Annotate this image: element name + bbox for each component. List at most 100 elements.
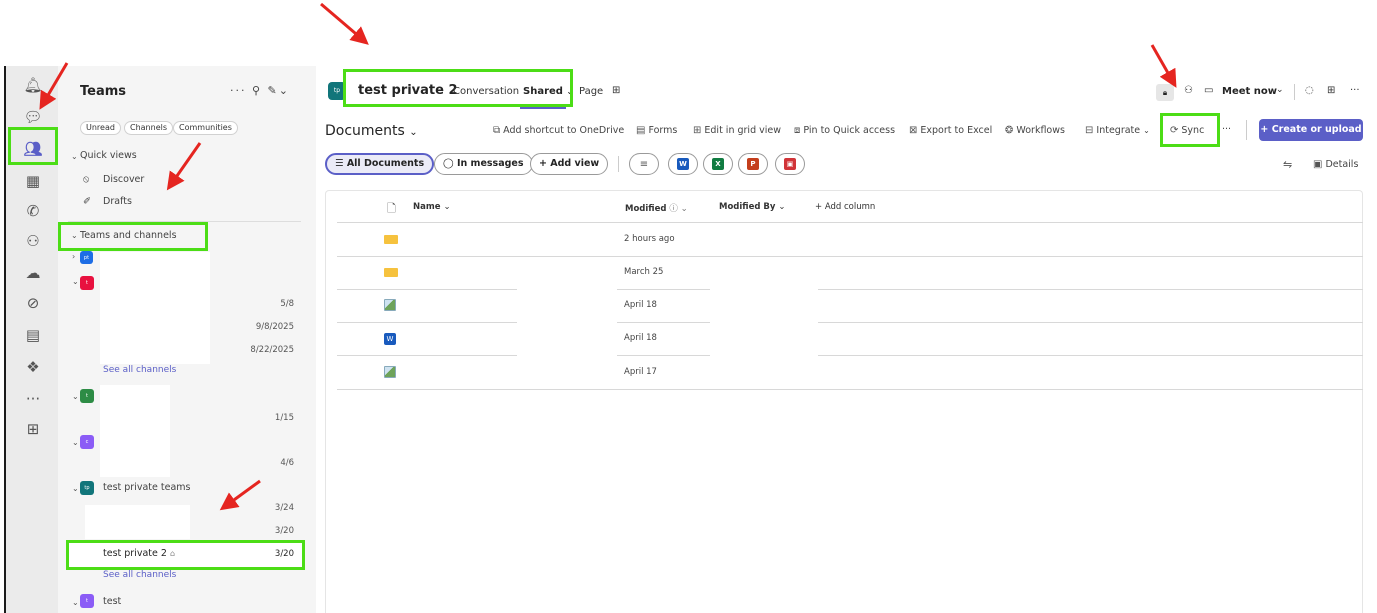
adjust-icon[interactable]: ⇋	[1283, 158, 1292, 171]
modified-cell: April 17	[624, 367, 657, 377]
plus-icon: +	[815, 202, 825, 212]
file-type-icon: 🗋︎	[387, 202, 396, 215]
forms-button[interactable]: ▤ Forms	[636, 125, 677, 136]
modified-cell: 2 hours ago	[624, 234, 675, 244]
forms-icon: ▤	[636, 125, 646, 136]
chevron-down-icon[interactable]: ⌄	[72, 277, 79, 286]
pdf-filter-button[interactable]: ▣	[775, 153, 805, 175]
active-tab-underline	[520, 107, 566, 109]
people-icon[interactable]: ⚇	[6, 228, 60, 254]
add-shortcut-button[interactable]: ⧉ Add shortcut to OneDrive	[493, 125, 624, 136]
chat-icon[interactable]: 💬︎	[6, 104, 60, 130]
add-view-button[interactable]: + Add view	[530, 153, 609, 175]
team-name[interactable]: test	[103, 596, 121, 607]
excel-icon: ⊠	[909, 125, 918, 136]
integrate-button[interactable]: ⊟ Integrate ⌄	[1085, 125, 1150, 136]
arrow	[320, 2, 369, 45]
team-avatar[interactable]: t	[80, 594, 94, 608]
column-modified-by[interactable]: Modified By ⌄	[719, 202, 786, 212]
tab-page[interactable]: Page	[579, 86, 603, 97]
channel-date: 4/6	[280, 458, 294, 468]
sync-icon: ⟳	[1170, 125, 1179, 136]
chevron-down-icon[interactable]: ⌄	[72, 392, 79, 401]
tab-conversation[interactable]: Conversation	[453, 86, 519, 97]
team-avatar[interactable]: c	[80, 435, 94, 449]
team-avatar[interactable]: pt	[80, 251, 93, 264]
export-excel-button[interactable]: ⊠ Export to Excel	[909, 125, 992, 136]
calendar-icon[interactable]: ▦	[6, 168, 60, 194]
view-in-messages[interactable]: ◯ In messages	[434, 153, 533, 175]
view-all-documents[interactable]: ☰ All Documents	[325, 153, 435, 175]
redacted-area	[710, 257, 818, 389]
chevron-down-icon[interactable]: ⌄	[72, 438, 79, 447]
create-or-upload-button[interactable]: + Create or upload	[1259, 119, 1363, 141]
word-filter-button[interactable]: W	[668, 153, 698, 175]
filter-channels[interactable]: Channels	[124, 121, 174, 135]
see-all-channels-link[interactable]: See all channels	[103, 365, 176, 375]
channel-date: 3/20	[274, 549, 294, 559]
documents-library-title[interactable]: Documents ⌄	[325, 123, 418, 139]
phone-icon[interactable]: ✆	[6, 198, 60, 224]
list-icon: ☰	[335, 158, 347, 169]
planner-icon[interactable]: ▤	[6, 322, 60, 348]
workflows-button[interactable]: ❂ Workflows	[1005, 125, 1065, 136]
meet-now-button[interactable]: Meet now	[1222, 86, 1277, 97]
row-divider	[337, 389, 1363, 390]
edit-grid-view-button[interactable]: ⊞ Edit in grid view	[693, 125, 781, 136]
lock-icon: ⌂	[169, 549, 176, 558]
teams-and-channels-header[interactable]: Teams and channels	[80, 230, 177, 241]
redacted-area	[517, 257, 617, 389]
chevron-down-icon[interactable]: ⌄	[1276, 85, 1284, 95]
column-name[interactable]: Name ⌄	[413, 202, 451, 212]
apps-icon[interactable]: ⊞	[1327, 85, 1335, 96]
modified-cell: April 18	[624, 333, 657, 343]
more-icon[interactable]: ···	[1222, 124, 1231, 135]
people-icon[interactable]: ⚇	[1184, 85, 1193, 96]
chevron-right-icon[interactable]: ›	[72, 252, 75, 261]
lock-icon[interactable]: 🔒︎	[1156, 84, 1174, 101]
bell-icon[interactable]: 🔔︎	[6, 72, 60, 98]
filter-button[interactable]: ≡	[629, 153, 659, 175]
add-icon[interactable]: ⊞	[6, 416, 60, 442]
discover-icon: ⦸	[83, 174, 90, 185]
drafts-item[interactable]: Drafts	[103, 196, 132, 207]
quick-views-label[interactable]: Quick views	[80, 150, 137, 161]
cloud-icon[interactable]: ☁︎	[6, 260, 60, 286]
chevron-down-icon[interactable]: ⌄	[71, 152, 78, 161]
team-avatar[interactable]: t	[80, 276, 94, 290]
excel-filter-button[interactable]: X	[703, 153, 733, 175]
discover-item[interactable]: Discover	[103, 174, 144, 185]
details-icon: ▣	[1313, 159, 1323, 170]
workflows-icon: ❂	[1005, 125, 1014, 136]
app-icon[interactable]: ❖	[6, 354, 60, 380]
chat-icon[interactable]: ◌	[1305, 85, 1314, 96]
more-icon[interactable]: ···	[6, 386, 60, 412]
chevron-down-icon[interactable]: ⌄	[72, 598, 79, 607]
filter-unread[interactable]: Unread	[80, 121, 121, 135]
team-avatar[interactable]: t	[80, 389, 94, 403]
add-tab-icon[interactable]: ⊞	[612, 85, 620, 96]
details-button[interactable]: ▣ Details	[1313, 159, 1358, 170]
team-name[interactable]: test private teams	[103, 482, 190, 493]
channel-title: test private 2	[358, 83, 458, 98]
powerpoint-filter-button[interactable]: P	[738, 153, 768, 175]
video-icon[interactable]: ▭	[1204, 85, 1213, 96]
teams-icon[interactable]: 👥︎	[6, 136, 60, 162]
chevron-down-icon[interactable]: ⌄	[72, 484, 79, 493]
pin-quick-access-button[interactable]: ⧈ Pin to Quick access	[794, 125, 895, 136]
add-column-button[interactable]: + Add column	[815, 202, 875, 212]
chat-icon: ◯	[443, 158, 457, 169]
more-icon[interactable]: ···	[1350, 85, 1360, 96]
team-avatar[interactable]: tp	[80, 481, 94, 495]
column-modified[interactable]: Modified ⓘ ⌄	[625, 202, 688, 214]
copilot-icon[interactable]: ⊘	[6, 290, 60, 316]
pane-tools[interactable]: ··· ⚲ ✎⌄	[230, 84, 290, 97]
filter-communities[interactable]: Communities	[173, 121, 238, 135]
sync-button[interactable]: ⟳ Sync	[1170, 125, 1204, 136]
chevron-down-icon[interactable]: ⌄	[71, 231, 78, 240]
channel-avatar: tp	[328, 82, 346, 100]
see-all-channels-link[interactable]: See all channels	[103, 570, 176, 580]
divider	[1294, 84, 1295, 100]
tab-shared[interactable]: Shared ⌄	[523, 86, 573, 97]
divider	[1246, 120, 1247, 140]
